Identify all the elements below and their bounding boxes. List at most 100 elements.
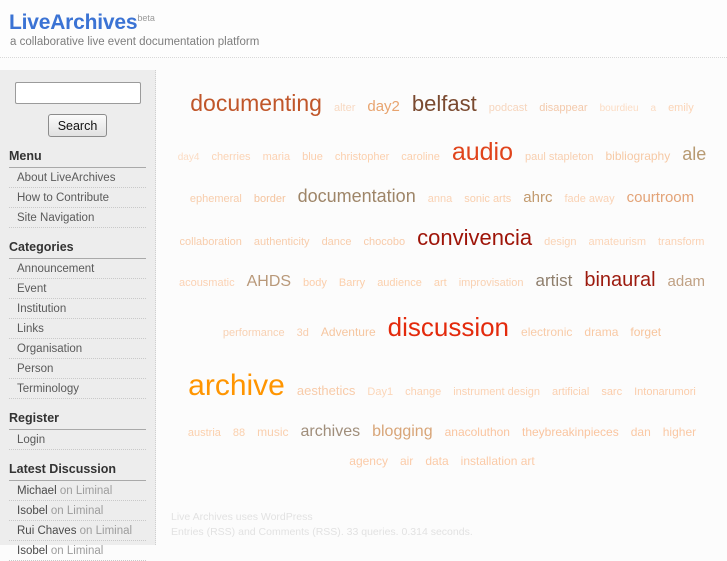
sidebar-item-about-livearchives[interactable]: About LiveArchives bbox=[9, 168, 146, 187]
tag-link[interactable]: podcast bbox=[489, 97, 528, 120]
tag-link[interactable]: music bbox=[257, 420, 288, 445]
tag-link[interactable]: convivencia bbox=[417, 215, 532, 260]
tag-link[interactable]: acousmatic bbox=[179, 272, 235, 295]
sidebar: Search Menu About LiveArchives How to Cont… bbox=[0, 70, 156, 561]
tag-link[interactable]: 3d bbox=[297, 322, 309, 345]
site-logo[interactable]: LiveArchivesbeta bbox=[9, 12, 155, 33]
tag-link[interactable]: authenticity bbox=[254, 231, 310, 254]
tag-link[interactable]: artificial bbox=[552, 381, 589, 404]
tag-link[interactable]: a bbox=[651, 99, 657, 120]
tag-link[interactable]: theybreakinpieces bbox=[522, 420, 619, 445]
tag-link[interactable]: archive bbox=[188, 355, 285, 417]
tag-link[interactable]: maria bbox=[263, 146, 291, 169]
sidebar-item-how-to-contribute[interactable]: How to Contribute bbox=[9, 188, 146, 207]
tag-link[interactable]: day2 bbox=[367, 92, 400, 123]
tag-link[interactable]: forget bbox=[630, 320, 661, 345]
tag-link[interactable]: courtroom bbox=[627, 183, 695, 214]
tag-link[interactable]: electronic bbox=[521, 320, 572, 345]
tag-link[interactable]: 88 bbox=[233, 422, 245, 445]
tag-link[interactable]: fade away bbox=[564, 188, 614, 211]
tag-link[interactable]: border bbox=[254, 188, 286, 211]
tag-link[interactable]: alter bbox=[334, 97, 355, 120]
tag-link[interactable]: archives bbox=[301, 416, 361, 449]
tag-link[interactable]: design bbox=[544, 231, 576, 254]
tag-link[interactable]: audio bbox=[452, 127, 513, 178]
sidebar-discussion-link[interactable]: Rui Chaves on Liminal bbox=[9, 521, 146, 540]
sidebar-item-organisation[interactable]: Organisation bbox=[9, 339, 146, 358]
tag-link[interactable]: installation art bbox=[461, 449, 535, 474]
sidebar-item-site-navigation[interactable]: Site Navigation bbox=[9, 208, 146, 227]
sidebar-list: Login bbox=[9, 430, 146, 450]
search-button[interactable]: Search bbox=[47, 114, 108, 137]
sidebar-discussion-link[interactable]: Isobel on Liminal bbox=[9, 541, 146, 560]
tag-link[interactable]: ephemeral bbox=[190, 188, 242, 211]
tag-link[interactable]: amateurism bbox=[589, 231, 646, 254]
tag-link[interactable]: aesthetics bbox=[297, 378, 356, 405]
tag-link[interactable]: anna bbox=[428, 188, 452, 211]
search-form: Search bbox=[0, 70, 155, 137]
sidebar-item-person[interactable]: Person bbox=[9, 359, 146, 378]
tag-link[interactable]: bibliography bbox=[606, 144, 671, 169]
tag-link[interactable]: christopher bbox=[335, 146, 389, 169]
tag-link[interactable]: emily bbox=[668, 97, 694, 120]
tag-link[interactable]: artist bbox=[536, 264, 573, 299]
sidebar-item-login[interactable]: Login bbox=[9, 430, 146, 449]
tag-link[interactable]: documentation bbox=[298, 178, 416, 215]
tag-link[interactable]: performance bbox=[223, 322, 285, 345]
sidebar-item-institution[interactable]: Institution bbox=[9, 299, 146, 318]
tag-link[interactable]: documenting bbox=[190, 80, 322, 127]
tag-link[interactable]: day4 bbox=[178, 148, 200, 169]
comments-rss-link[interactable]: Comments (RSS) bbox=[259, 526, 341, 538]
sidebar-section-title: Categories bbox=[9, 240, 146, 259]
tag-link[interactable]: anacoluthon bbox=[445, 420, 510, 445]
tag-link[interactable]: sonic arts bbox=[464, 188, 511, 211]
entries-rss-link[interactable]: Entries (RSS) bbox=[171, 526, 235, 538]
tag-link[interactable]: audience bbox=[377, 272, 422, 295]
tag-link[interactable]: art bbox=[434, 272, 447, 295]
tag-link[interactable]: instrument design bbox=[453, 381, 540, 404]
sidebar-item-links[interactable]: Links bbox=[9, 319, 146, 338]
sidebar-item-event[interactable]: Event bbox=[9, 279, 146, 298]
tag-link[interactable]: drama bbox=[584, 320, 618, 345]
tag-link[interactable]: blue bbox=[302, 146, 323, 169]
tag-link[interactable]: Adventure bbox=[321, 320, 376, 345]
tag-link[interactable]: dan bbox=[631, 420, 651, 445]
tag-link[interactable]: caroline bbox=[401, 146, 440, 169]
tag-link[interactable]: binaural bbox=[584, 260, 655, 301]
tag-link[interactable]: collaboration bbox=[180, 231, 242, 254]
tag-link[interactable]: higher bbox=[663, 420, 696, 445]
tag-link[interactable]: belfast bbox=[412, 81, 477, 126]
sidebar-discussion-link[interactable]: Isobel on Liminal bbox=[9, 501, 146, 520]
tag-link[interactable]: adam bbox=[668, 267, 706, 298]
list-item: How to Contribute bbox=[9, 188, 146, 208]
tag-link[interactable]: air bbox=[400, 449, 413, 474]
sidebar-item-announcement[interactable]: Announcement bbox=[9, 259, 146, 278]
discussion-target: on Liminal bbox=[47, 545, 104, 557]
tag-link[interactable]: Barry bbox=[339, 272, 365, 295]
tag-link[interactable]: agency bbox=[349, 449, 388, 474]
tag-link[interactable]: transform bbox=[658, 231, 704, 254]
tag-link[interactable]: disappear bbox=[539, 97, 587, 120]
sidebar-discussion-link[interactable]: Michael on Liminal bbox=[9, 481, 146, 500]
tag-link[interactable]: body bbox=[303, 272, 327, 295]
list-item: Event bbox=[9, 279, 146, 299]
tag-link[interactable]: bourdieu bbox=[600, 99, 639, 120]
tag-link[interactable]: austria bbox=[188, 422, 221, 445]
tag-link[interactable]: change bbox=[405, 381, 441, 404]
tag-link[interactable]: data bbox=[425, 449, 448, 474]
tag-link[interactable]: sarc bbox=[601, 381, 622, 404]
tag-link[interactable]: paul stapleton bbox=[525, 146, 594, 169]
tag-link[interactable]: Day1 bbox=[367, 381, 393, 404]
tag-link[interactable]: Intonarumori bbox=[634, 381, 696, 404]
tag-link[interactable]: improvisation bbox=[459, 272, 524, 295]
sidebar-item-terminology[interactable]: Terminology bbox=[9, 379, 146, 398]
tag-link[interactable]: AHDS bbox=[247, 266, 291, 299]
tag-link[interactable]: dance bbox=[322, 231, 352, 254]
tag-link[interactable]: discussion bbox=[388, 301, 509, 354]
tag-link[interactable]: cherries bbox=[211, 146, 250, 169]
tag-link[interactable]: chocobo bbox=[364, 231, 406, 254]
tag-link[interactable]: ahrc bbox=[523, 183, 552, 214]
search-input[interactable] bbox=[14, 82, 141, 104]
tag-link[interactable]: blogging bbox=[372, 416, 433, 449]
tag-link[interactable]: ale bbox=[682, 136, 706, 173]
